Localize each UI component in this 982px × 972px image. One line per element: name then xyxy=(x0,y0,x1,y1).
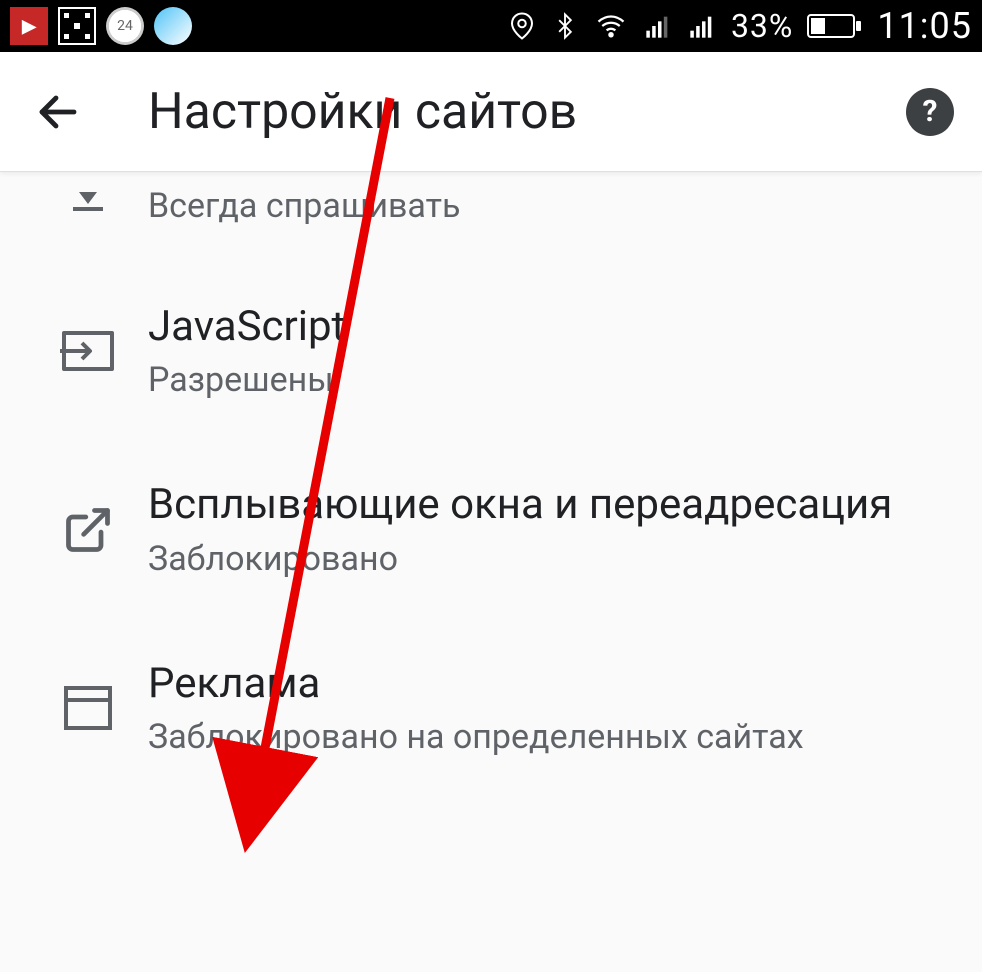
battery-icon xyxy=(807,12,863,40)
app-bar: Настройки сайтов ? xyxy=(0,52,982,172)
settings-row-partial[interactable]: Всегда спрашивать xyxy=(0,172,982,262)
settings-row-javascript[interactable]: JavaScript Разрешены xyxy=(0,262,982,440)
settings-row-title: JavaScript xyxy=(148,302,954,352)
back-button[interactable] xyxy=(28,82,88,142)
app-notification-icon: ▶ xyxy=(10,7,48,45)
settings-row-ads[interactable]: Реклама Заблокировано на определенных са… xyxy=(0,619,982,797)
signal-icon xyxy=(643,12,673,40)
signal-icon xyxy=(687,12,717,40)
settings-row-subtitle: Разрешены xyxy=(148,360,954,400)
battery-percentage: 33% xyxy=(731,7,793,45)
page-title: Настройки сайтов xyxy=(148,83,577,141)
settings-list: Всегда спрашивать JavaScript Разрешены В… xyxy=(0,172,982,797)
settings-row-subtitle: Заблокировано на определенных сайтах xyxy=(148,717,954,757)
settings-row-title: Реклама xyxy=(148,659,954,709)
window-icon xyxy=(28,684,148,732)
app-notification-icon: 24 xyxy=(106,7,144,45)
enter-icon xyxy=(28,327,148,375)
open-in-new-icon xyxy=(28,504,148,556)
download-icon xyxy=(28,192,148,212)
settings-row-popups[interactable]: Всплывающие окна и переадресация Заблоки… xyxy=(0,440,982,618)
app-notification-icon xyxy=(58,7,96,45)
settings-row-subtitle: Всегда спрашивать xyxy=(148,186,954,226)
settings-row-subtitle: Заблокировано xyxy=(148,539,954,579)
status-right: 33% 11:05 xyxy=(507,5,972,47)
screen: ▶ 24 33% 11:05 xyxy=(0,0,982,972)
location-icon xyxy=(507,11,537,41)
status-notifications: ▶ 24 xyxy=(10,7,192,45)
status-bar: ▶ 24 33% 11:05 xyxy=(0,0,982,52)
app-notification-icon xyxy=(154,7,192,45)
bluetooth-icon xyxy=(551,10,579,42)
settings-row-title: Всплывающие окна и переадресация xyxy=(148,480,954,530)
wifi-icon xyxy=(593,11,629,41)
clock: 11:05 xyxy=(877,5,972,47)
help-button[interactable]: ? xyxy=(906,88,954,136)
